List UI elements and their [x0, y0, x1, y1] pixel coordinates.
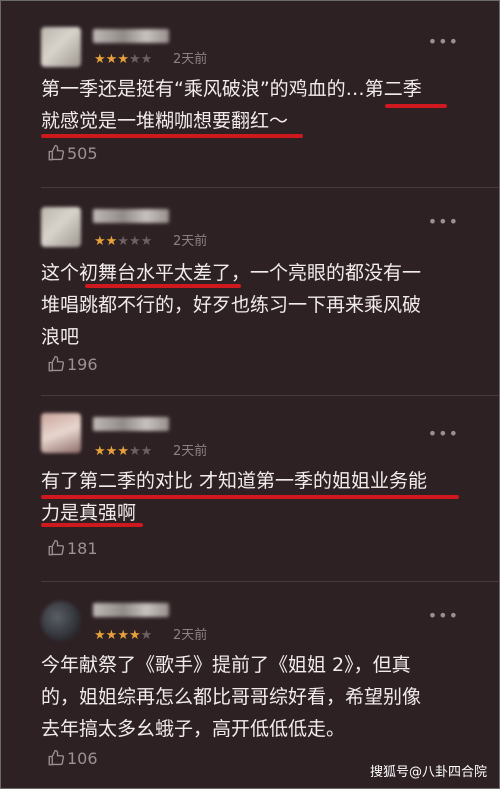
comment-time: 2天前 [173, 52, 208, 67]
like-button[interactable]: 505 [47, 144, 98, 164]
highlight-underline [41, 523, 143, 527]
highlight-underline [41, 134, 303, 138]
username-blurred[interactable] [93, 603, 169, 617]
comment-card: ★★★★★ 2天前 ••• 有了第二季的对比 才知道第一季的姐姐业务能 力是真强… [1, 395, 499, 581]
star-icon: ★ [128, 444, 141, 459]
highlight-underline [385, 104, 447, 108]
like-count: 505 [67, 144, 98, 163]
avatar[interactable] [41, 601, 81, 641]
comment-time: 2天前 [173, 628, 208, 643]
comment-text: 这个初舞台水平太差了，一个亮眼的都没有一 堆唱跳都不行的，好歹也练习一下再来乘风… [41, 257, 461, 353]
more-options-icon[interactable]: ••• [428, 426, 459, 442]
comment-line: 的，姐姐综再怎么都比哥哥综好看，希望别像 [41, 686, 422, 708]
highlight-underline [41, 495, 459, 499]
thumbs-up-icon [48, 355, 65, 372]
star-icon: ★ [140, 628, 153, 643]
star-icon: ★ [117, 234, 129, 249]
comment-line: 浪吧 [41, 326, 80, 348]
star-icon: ★ [94, 52, 106, 67]
more-options-icon[interactable]: ••• [428, 214, 459, 230]
comment-card: ★★★★★ 2天前 ••• 这个初舞台水平太差了，一个亮眼的都没有一 堆唱跳都不… [1, 187, 499, 395]
like-button[interactable]: 181 [47, 539, 98, 559]
star-icon: ★ [128, 628, 141, 643]
watermark: 搜狐号@八卦四合院 [369, 765, 487, 780]
more-options-icon[interactable]: ••• [428, 608, 459, 624]
comment-card: ★★★★★ 2天前 ••• 今年献祭了《歌手》提前了《姐姐 2》，但真 的，姐姐… [1, 581, 499, 788]
comment-time: 2天前 [173, 444, 208, 459]
star-icon: ★ [140, 444, 153, 459]
star-icon: ★ [94, 444, 106, 459]
star-icon: ★ [105, 628, 118, 643]
comment-text: 今年献祭了《歌手》提前了《姐姐 2》，但真 的，姐姐综再怎么都比哥哥综好看，希望… [41, 649, 461, 745]
star-icon: ★ [105, 234, 118, 249]
star-icon: ★ [94, 628, 106, 643]
username-blurred[interactable] [93, 29, 169, 43]
comment-line: 今年献祭了《歌手》提前了《姐姐 2》，但真 [41, 654, 411, 676]
star-icon: ★ [140, 52, 153, 67]
comment-line: 就感觉是一堆糊咖想要翻红～ [41, 110, 289, 132]
thumbs-up-icon [48, 539, 65, 556]
star-rating: ★★★★★ [94, 445, 152, 459]
username-blurred[interactable] [93, 417, 169, 431]
comment-line: 堆唱跳都不行的，好歹也练习一下再来乘风破 [41, 294, 422, 316]
comment-line: 有了第二季的对比 才知道第一季的姐姐业务能 [41, 470, 428, 492]
comment-feed: ★★★★★ 2天前 ••• 第一季还是挺有“乘风破浪”的鸡血的…第二季 就感觉是… [0, 0, 500, 789]
comment-card: ★★★★★ 2天前 ••• 第一季还是挺有“乘风破浪”的鸡血的…第二季 就感觉是… [1, 1, 499, 187]
star-icon: ★ [105, 444, 118, 459]
star-rating: ★★★★★ [94, 629, 152, 643]
avatar[interactable] [41, 413, 81, 453]
avatar[interactable] [41, 27, 81, 67]
like-button[interactable]: 196 [47, 355, 98, 375]
star-icon: ★ [128, 234, 141, 249]
star-icon: ★ [117, 628, 129, 643]
like-count: 196 [67, 355, 98, 374]
like-count: 106 [67, 749, 98, 768]
highlight-underline [85, 284, 241, 288]
star-rating: ★★★★★ [94, 53, 152, 67]
thumbs-up-icon [48, 144, 65, 161]
comment-line: 第一季还是挺有“乘风破浪”的鸡血的…第二季 [41, 78, 422, 100]
star-icon: ★ [140, 234, 153, 249]
star-icon: ★ [117, 444, 129, 459]
more-options-icon[interactable]: ••• [428, 34, 459, 50]
star-icon: ★ [105, 52, 118, 67]
like-button[interactable]: 106 [47, 749, 98, 769]
like-count: 181 [67, 539, 98, 558]
username-blurred[interactable] [93, 209, 169, 223]
star-icon: ★ [117, 52, 129, 67]
star-icon: ★ [128, 52, 141, 67]
star-rating: ★★★★★ [94, 235, 152, 249]
thumbs-up-icon [48, 749, 65, 766]
comment-line: 去年搞太多幺蛾子，高开低低低走。 [41, 718, 346, 740]
avatar[interactable] [41, 207, 81, 247]
comment-time: 2天前 [173, 234, 208, 249]
star-icon: ★ [94, 234, 106, 249]
